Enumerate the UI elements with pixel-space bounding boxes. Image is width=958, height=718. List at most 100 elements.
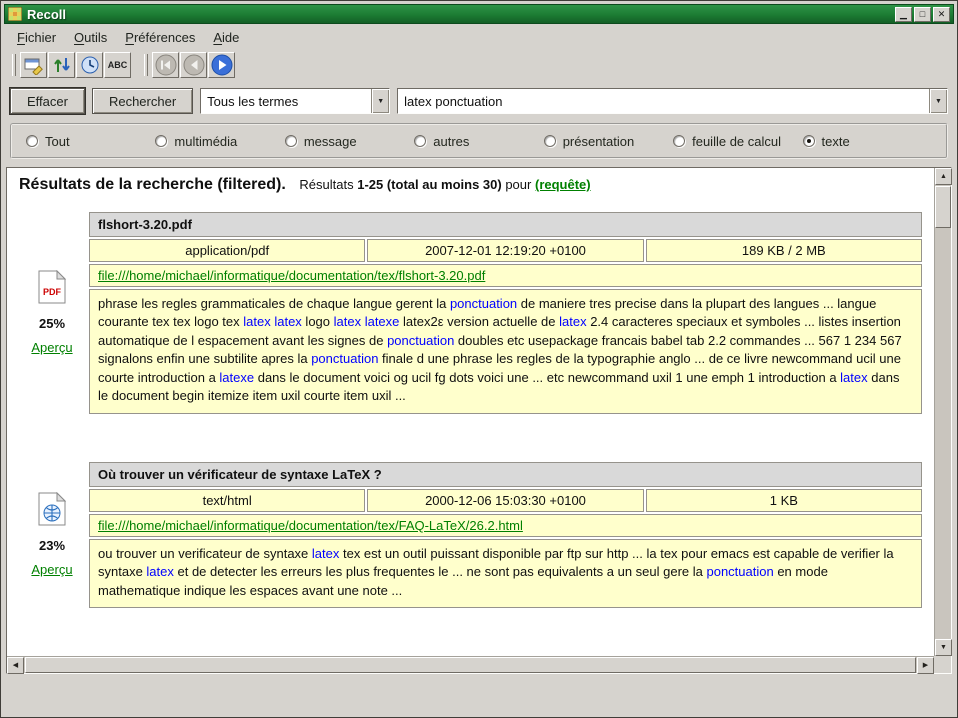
close-button[interactable]: ✕ bbox=[933, 7, 950, 22]
menu-outils[interactable]: Outils bbox=[65, 27, 116, 48]
preview-link[interactable]: Aperçu bbox=[31, 340, 72, 355]
filter-label: présentation bbox=[563, 134, 635, 149]
menu-fichier[interactable]: Fichier bbox=[8, 27, 65, 48]
update-sort-button[interactable] bbox=[48, 52, 75, 78]
scroll-left-icon: ◀ bbox=[13, 662, 18, 669]
result-mimetype: text/html bbox=[89, 489, 365, 512]
titlebar[interactable]: Recoll ▁ □ ✕ bbox=[4, 4, 954, 24]
scrollbar-corner bbox=[934, 656, 951, 673]
result-date: 2000-12-06 15:03:30 +0100 bbox=[367, 489, 643, 512]
status-area bbox=[4, 674, 954, 714]
scroll-right-button[interactable]: ▶ bbox=[917, 657, 934, 674]
horizontal-scrollbar-track[interactable] bbox=[24, 657, 917, 673]
scroll-left-button[interactable]: ◀ bbox=[7, 657, 24, 674]
maximize-button[interactable]: □ bbox=[914, 7, 931, 22]
vertical-scrollbar-track[interactable] bbox=[935, 185, 951, 639]
first-page-button[interactable] bbox=[152, 52, 179, 78]
scroll-up-icon: ▲ bbox=[940, 173, 947, 180]
search-type-combobox[interactable]: Tous les termes ▼ bbox=[200, 88, 390, 114]
vertical-scrollbar-thumb[interactable] bbox=[935, 186, 951, 228]
search-button[interactable]: Rechercher bbox=[92, 88, 193, 114]
filter-feuille-de-calcul[interactable]: feuille de calcul bbox=[673, 134, 802, 149]
filter-label: feuille de calcul bbox=[692, 134, 781, 149]
radio-button-icon[interactable] bbox=[803, 135, 815, 147]
query-combobox[interactable]: ▼ bbox=[397, 88, 948, 114]
minimize-button[interactable]: ▁ bbox=[895, 7, 912, 22]
results-summary-prefix: Résultats bbox=[299, 177, 353, 192]
category-filter-frame: Tout multimédia messageautres présentation f… bbox=[10, 123, 948, 159]
toolbar-handle[interactable] bbox=[144, 54, 148, 76]
maximize-icon: □ bbox=[920, 10, 925, 19]
radio-button-icon[interactable] bbox=[414, 135, 426, 147]
previous-page-icon bbox=[183, 54, 205, 76]
filter-pr-sentation[interactable]: présentation bbox=[544, 134, 673, 149]
filter-autres[interactable]: autres bbox=[414, 134, 543, 149]
recoll-app-icon[interactable] bbox=[8, 7, 22, 21]
minimize-icon: ▁ bbox=[900, 10, 907, 19]
clear-search-button[interactable] bbox=[20, 52, 47, 78]
window-title: Recoll bbox=[27, 7, 66, 22]
result-table: Où trouver un vérificateur de syntaxe La… bbox=[87, 460, 924, 610]
next-page-button[interactable] bbox=[208, 52, 235, 78]
close-icon: ✕ bbox=[938, 10, 946, 19]
horizontal-scrollbar[interactable]: ◀ ▶ bbox=[7, 656, 934, 673]
result-item: 23% Aperçu Où trouver un vérificateur de… bbox=[21, 460, 924, 610]
results-header-title: Résultats de la recherche (filtered). bbox=[19, 176, 286, 193]
horizontal-scrollbar-thumb[interactable] bbox=[25, 657, 916, 673]
query-dropdown-button[interactable]: ▼ bbox=[929, 89, 947, 113]
filter-label: multimédia bbox=[174, 134, 237, 149]
term-explorer-icon: ABC bbox=[108, 60, 128, 70]
results-list: PDF 25% Aperçu flshort-3.20.pdf applicat… bbox=[17, 210, 926, 610]
clear-search-icon bbox=[24, 55, 44, 75]
chevron-down-icon: ▼ bbox=[935, 98, 942, 105]
window-controls: ▁ □ ✕ bbox=[893, 7, 950, 22]
result-abstract: ou trouver un verificateur de syntaxe la… bbox=[89, 539, 922, 608]
radio-button-icon[interactable] bbox=[544, 135, 556, 147]
recoll-window: Recoll ▁□✕ FichierOutilsPréférencesAide … bbox=[0, 0, 958, 718]
history-icon bbox=[80, 55, 100, 75]
vertical-scrollbar[interactable]: ▲ ▼ bbox=[934, 168, 951, 656]
results-area: Résultats de la recherche (filtered). Ré… bbox=[6, 167, 952, 674]
search-bar: Effacer Rechercher Tous les termes ▼ ▼ bbox=[10, 88, 948, 114]
result-mimetype: application/pdf bbox=[89, 239, 365, 262]
scroll-down-icon: ▼ bbox=[940, 644, 947, 651]
history-button[interactable] bbox=[76, 52, 103, 78]
filter-message[interactable]: message bbox=[285, 134, 414, 149]
toolbar-handle[interactable] bbox=[12, 54, 16, 76]
result-item: PDF 25% Aperçu flshort-3.20.pdf applicat… bbox=[21, 210, 924, 416]
scroll-down-button[interactable]: ▼ bbox=[935, 639, 952, 656]
clear-button[interactable]: Effacer bbox=[10, 88, 85, 114]
html-file-icon[interactable] bbox=[38, 492, 66, 529]
query-input[interactable] bbox=[398, 89, 929, 113]
radio-button-icon[interactable] bbox=[673, 135, 685, 147]
filter-multim-dia[interactable]: multimédia bbox=[155, 134, 284, 149]
toolbar: ABC bbox=[4, 49, 954, 81]
chevron-down-icon: ▼ bbox=[377, 98, 384, 105]
results-summary-count: 1-25 (total au moins 30) bbox=[357, 177, 501, 192]
menu-aide[interactable]: Aide bbox=[204, 27, 248, 48]
scroll-right-icon: ▶ bbox=[923, 662, 928, 669]
term-explorer-button[interactable]: ABC bbox=[104, 52, 131, 78]
filter-tout[interactable]: Tout bbox=[26, 134, 155, 149]
radio-button-icon[interactable] bbox=[285, 135, 297, 147]
toolbar-group-nav bbox=[152, 52, 236, 78]
preview-link[interactable]: Aperçu bbox=[31, 562, 72, 577]
filter-texte[interactable]: texte bbox=[803, 134, 932, 149]
result-size: 1 KB bbox=[646, 489, 922, 512]
result-url-link[interactable]: file:///home/michael/informatique/docume… bbox=[98, 518, 523, 533]
result-url-link[interactable]: file:///home/michael/informatique/docume… bbox=[98, 268, 485, 283]
result-title: Où trouver un vérificateur de syntaxe La… bbox=[89, 462, 922, 487]
results-header: Résultats de la recherche (filtered). Ré… bbox=[19, 176, 926, 194]
pdf-file-icon[interactable]: PDF bbox=[38, 270, 66, 307]
radio-button-icon[interactable] bbox=[26, 135, 38, 147]
radio-button-icon[interactable] bbox=[155, 135, 167, 147]
query-link[interactable]: (requête) bbox=[535, 177, 591, 192]
search-type-dropdown-button[interactable]: ▼ bbox=[371, 89, 389, 113]
menu-preferences[interactable]: Préférences bbox=[116, 27, 204, 48]
result-side-panel: 23% Aperçu bbox=[21, 460, 87, 610]
previous-page-button[interactable] bbox=[180, 52, 207, 78]
scroll-up-button[interactable]: ▲ bbox=[935, 168, 952, 185]
filter-label: texte bbox=[822, 134, 850, 149]
result-title: flshort-3.20.pdf bbox=[89, 212, 922, 237]
relevance-percent: 25% bbox=[39, 316, 65, 331]
